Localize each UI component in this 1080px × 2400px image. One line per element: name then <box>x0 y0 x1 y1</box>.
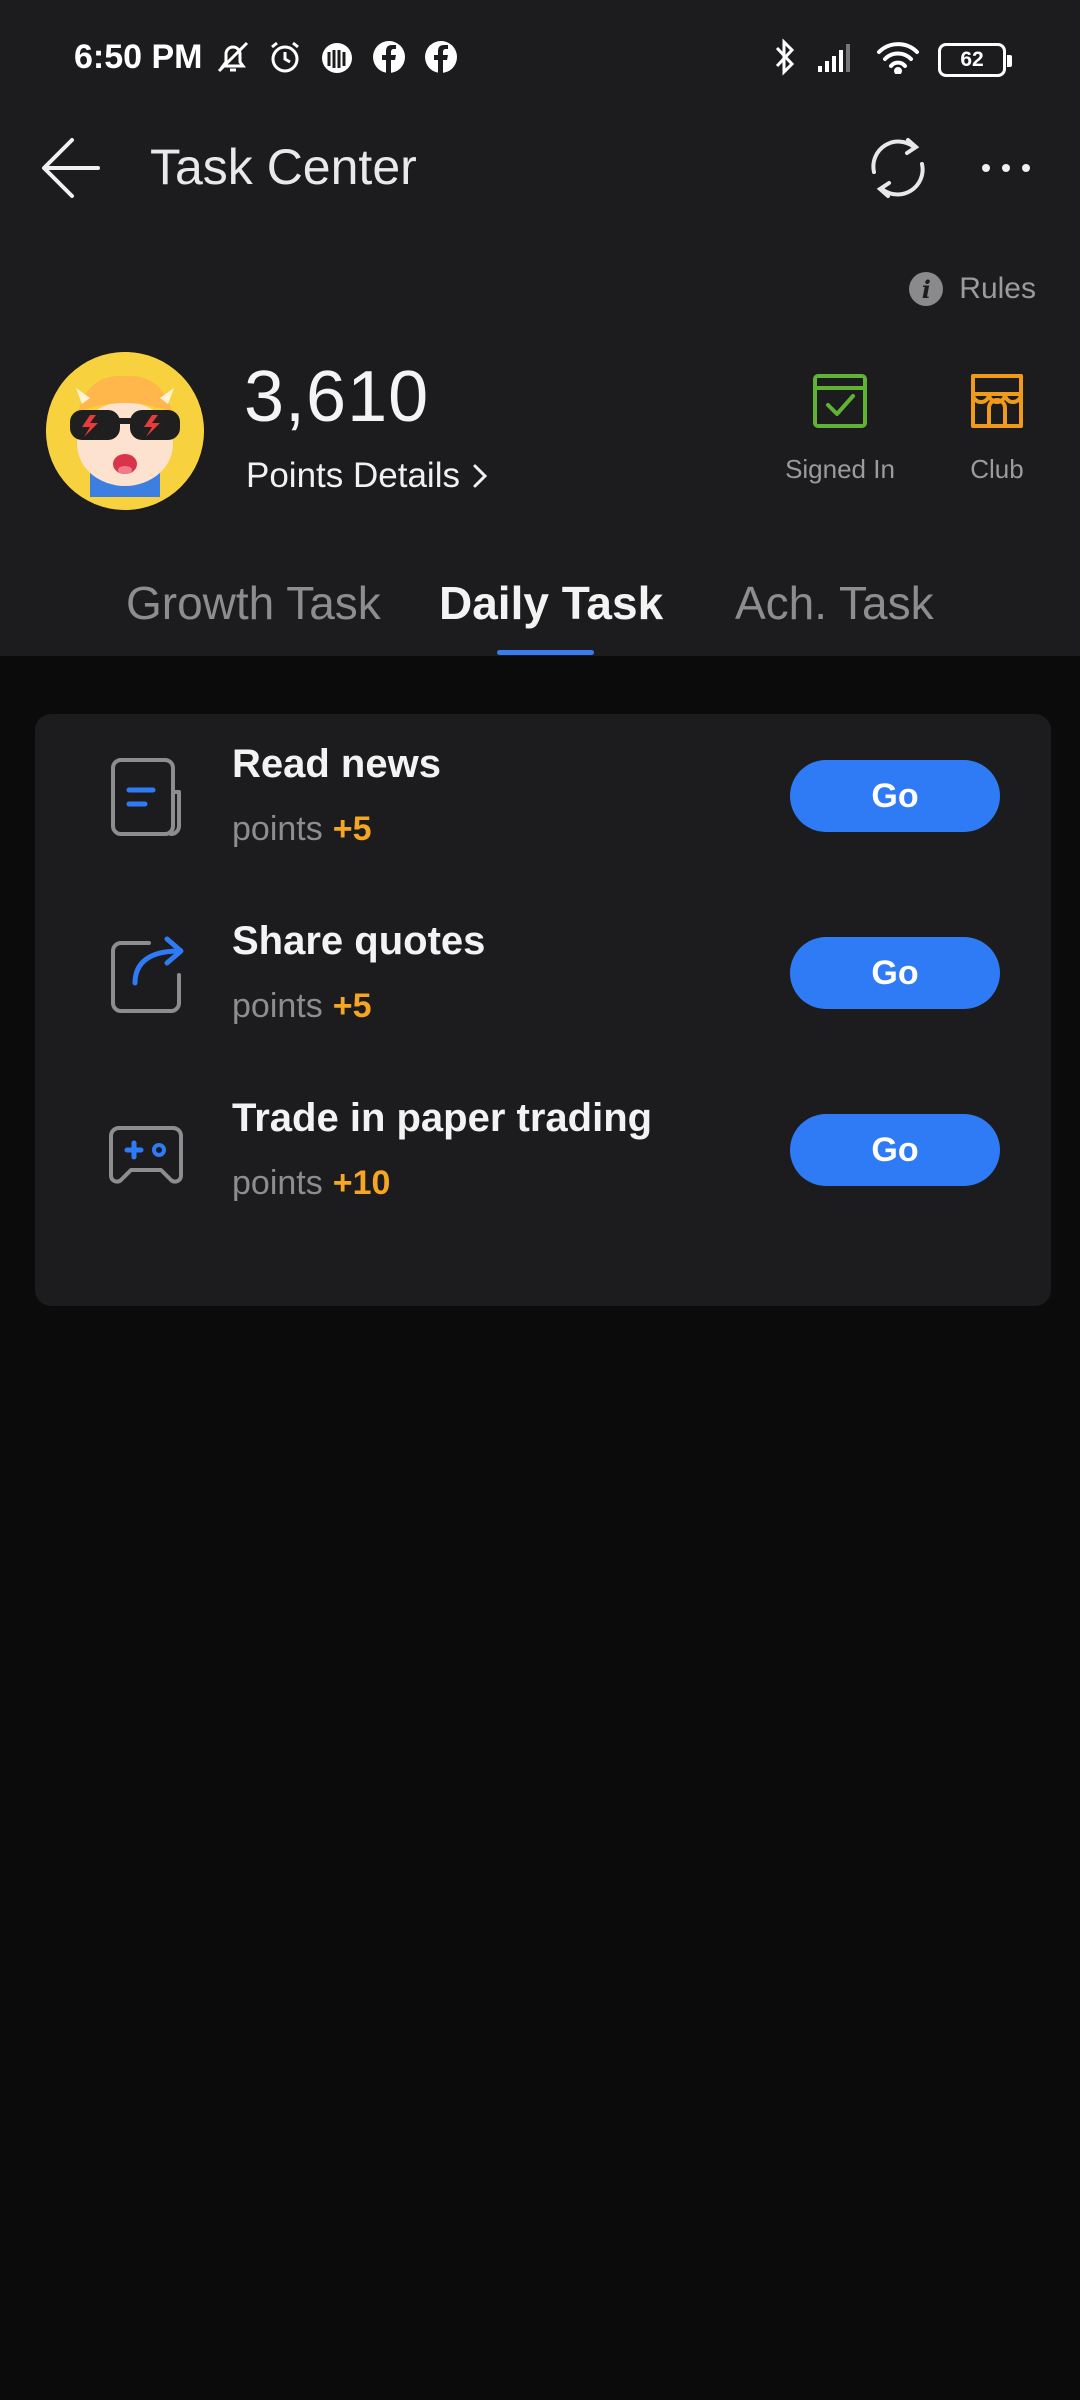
rules-label: Rules <box>959 272 1036 305</box>
refresh-button[interactable] <box>864 134 932 202</box>
points-label: points <box>232 1164 323 1202</box>
info-icon: i <box>909 272 944 306</box>
tab-growth-task[interactable]: Growth Task <box>126 576 381 630</box>
task-row-read-news: Read news points +5 Go <box>35 714 1051 891</box>
points-bonus: +5 <box>332 987 372 1025</box>
page-title: Task Center <box>150 139 417 195</box>
more-options-button[interactable] <box>978 144 1034 192</box>
points-details-link[interactable]: Points Details <box>246 456 490 496</box>
chevron-right-icon <box>473 464 488 488</box>
tab-daily-task[interactable]: Daily Task <box>439 576 663 630</box>
avatar[interactable] <box>46 352 204 510</box>
task-list-card: Read news points +5 Go Share quotes point… <box>35 714 1051 1306</box>
app-header: Task Center <box>0 118 1080 218</box>
share-icon <box>111 936 184 1013</box>
club-label: Club <box>970 454 1024 484</box>
calendar-check-icon <box>813 374 867 428</box>
battery-icon: 62 <box>938 42 1012 77</box>
signed-in-button[interactable]: Signed In <box>770 368 910 485</box>
notifications-muted-icon <box>214 38 252 76</box>
active-tab-indicator <box>497 650 594 655</box>
task-points: points +5 <box>232 810 372 849</box>
points-label: points <box>232 810 323 848</box>
task-points: points +10 <box>232 1164 390 1203</box>
go-button-paper-trading[interactable]: Go <box>790 1114 1000 1186</box>
points-total: 3,610 <box>244 357 430 437</box>
bluetooth-icon <box>772 38 798 81</box>
go-button-share-quotes[interactable]: Go <box>790 937 1000 1009</box>
status-time: 6:50 PM <box>74 38 203 76</box>
club-button[interactable]: Club <box>927 368 1067 485</box>
app-notification-icon <box>318 38 356 76</box>
go-button-read-news[interactable]: Go <box>790 760 1000 832</box>
alarm-icon <box>266 38 304 76</box>
wifi-icon <box>876 40 920 79</box>
points-bonus: +5 <box>332 810 372 848</box>
status-bar: 6:50 PM 62 <box>0 0 1080 118</box>
arrow-left-icon <box>42 138 100 198</box>
news-icon <box>111 758 181 836</box>
task-row-paper-trading: Trade in paper trading points +10 Go <box>35 1068 1051 1245</box>
refresh-icon <box>871 138 925 198</box>
tab-ach-task[interactable]: Ach. Task <box>735 576 934 630</box>
cellular-signal-icon <box>816 40 858 79</box>
store-icon <box>971 374 1023 428</box>
rules-link[interactable]: i Rules <box>909 272 1036 306</box>
facebook-icon <box>370 38 408 76</box>
signed-in-label: Signed In <box>785 454 895 484</box>
gamepad-icon <box>109 1126 183 1184</box>
points-bonus: +10 <box>332 1164 391 1202</box>
task-tabs: Growth Task Daily Task Ach. Task <box>0 570 1080 656</box>
task-title: Share quotes <box>232 919 486 963</box>
back-button[interactable] <box>40 134 102 202</box>
battery-level: 62 <box>960 47 984 71</box>
task-points: points +5 <box>232 987 372 1026</box>
points-label: points <box>232 987 323 1025</box>
status-right-icons: 62 <box>772 38 1012 81</box>
task-title: Read news <box>232 742 441 786</box>
more-horizontal-icon <box>982 164 1030 172</box>
task-row-share-quotes: Share quotes points +5 Go <box>35 891 1051 1068</box>
task-title: Trade in paper trading <box>232 1096 653 1140</box>
status-left-icons <box>214 38 460 76</box>
points-details-label: Points Details <box>246 456 460 495</box>
facebook-icon <box>422 38 460 76</box>
